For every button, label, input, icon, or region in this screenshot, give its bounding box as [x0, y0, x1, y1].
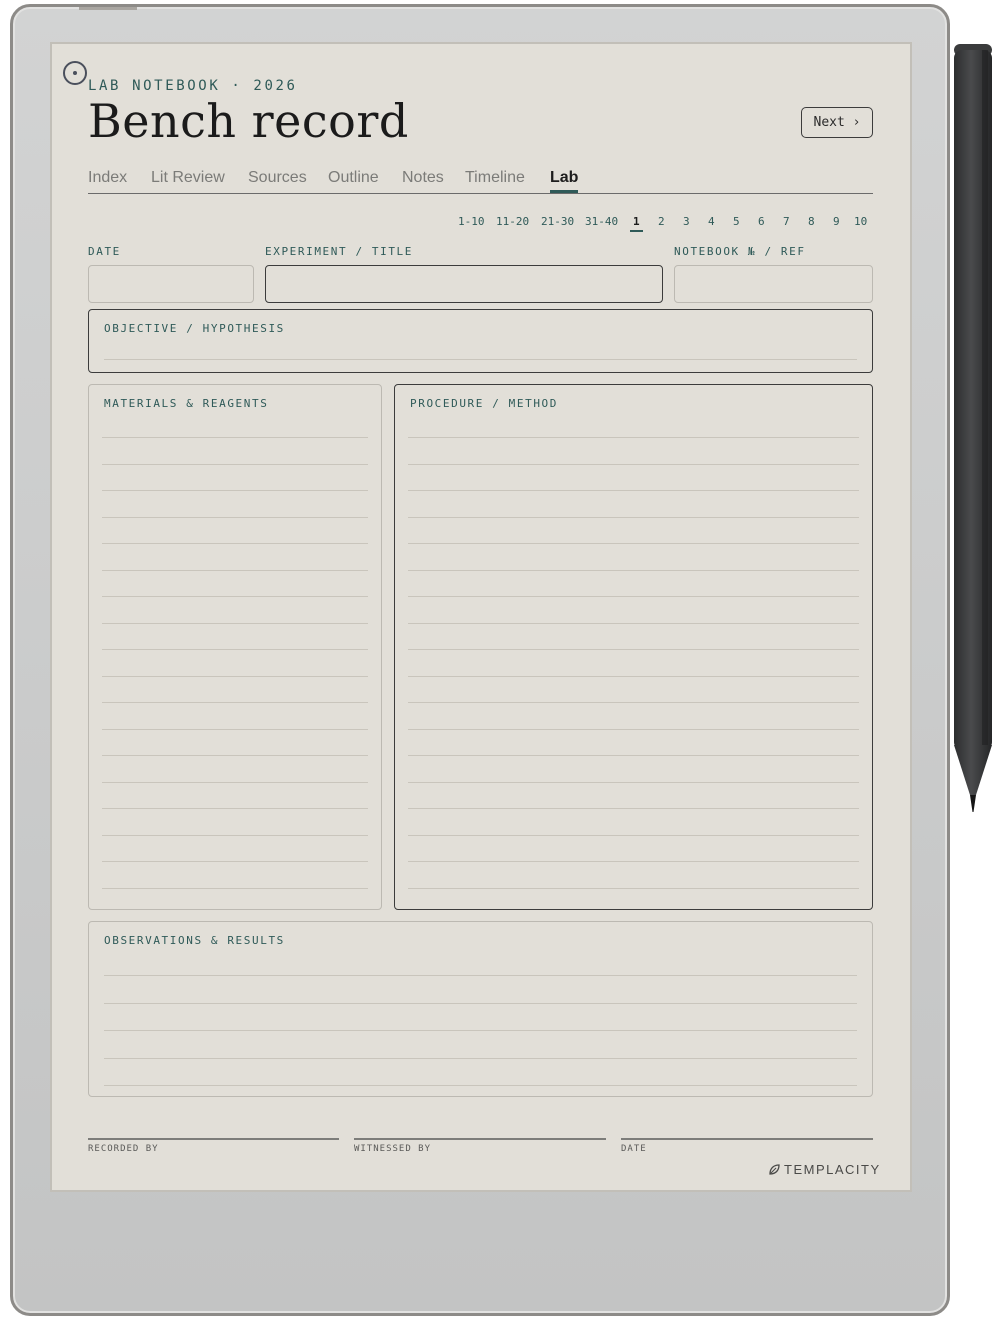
writing-line: [408, 437, 859, 438]
materials-box[interactable]: MATERIALS & REAGENTS: [88, 384, 382, 910]
procedure-box[interactable]: PROCEDURE / METHOD: [394, 384, 873, 910]
writing-line: [104, 1030, 857, 1031]
tab-timeline[interactable]: Timeline: [465, 169, 525, 187]
writing-line: [408, 755, 859, 756]
writing-line: [102, 675, 368, 677]
writing-line: [408, 649, 859, 650]
writing-line: [102, 596, 368, 597]
writing-line: [408, 728, 859, 730]
leaf-icon: [769, 1164, 780, 1175]
notebook-eyebrow: LAB NOTEBOOK · 2026: [88, 78, 298, 94]
writing-line: [102, 569, 368, 571]
pager-page[interactable]: 4: [708, 215, 715, 228]
brand-name: TEMPLACITY: [784, 1162, 881, 1177]
next-button[interactable]: Next ›: [801, 107, 873, 138]
writing-line: [408, 543, 859, 544]
tab-lab[interactable]: Lab: [550, 169, 579, 193]
target-icon: [63, 61, 87, 85]
pager-range-11-20[interactable]: 11-20: [496, 215, 529, 228]
writing-line: [102, 781, 368, 783]
stylus-icon: [954, 44, 992, 812]
writing-line: [408, 702, 859, 703]
recorded-by-line[interactable]: [88, 1138, 339, 1140]
writing-line: [102, 463, 368, 465]
writing-line: [102, 516, 368, 518]
pager-page-current[interactable]: 1: [630, 215, 643, 232]
pager-page[interactable]: 2: [658, 215, 665, 228]
writing-line: [408, 861, 859, 862]
observations-title: OBSERVATIONS & RESULTS: [104, 934, 285, 947]
writing-line: [408, 675, 859, 677]
pager-page[interactable]: 7: [783, 215, 790, 228]
experiment-title-label: EXPERIMENT / TITLE: [265, 245, 414, 258]
writing-line: [102, 702, 368, 703]
writing-line: [408, 596, 859, 597]
writing-line: [408, 463, 859, 465]
pager-page[interactable]: 3: [683, 215, 690, 228]
brand-logo: TEMPLACITY: [768, 1162, 881, 1177]
writing-line: [408, 834, 859, 836]
writing-line: [102, 755, 368, 756]
pager-page[interactable]: 6: [758, 215, 765, 228]
tab-lit-review[interactable]: Lit Review: [151, 169, 225, 187]
writing-line: [102, 887, 368, 889]
tab-sources[interactable]: Sources: [248, 169, 307, 187]
writing-line: [104, 975, 857, 976]
writing-line: [102, 649, 368, 650]
pager-range-31-40[interactable]: 31-40: [585, 215, 618, 228]
writing-line: [102, 861, 368, 862]
writing-line: [408, 569, 859, 571]
writing-line: [408, 490, 859, 491]
date-label: DATE: [88, 245, 121, 258]
writing-line: [102, 728, 368, 730]
writing-line: [408, 622, 859, 624]
signature-date-line[interactable]: [621, 1138, 873, 1140]
pager-range-1-10[interactable]: 1-10: [458, 215, 485, 228]
writing-line: [408, 808, 859, 809]
writing-line: [102, 808, 368, 809]
recorded-by-label: RECORDED BY: [88, 1144, 159, 1154]
writing-line: [408, 516, 859, 518]
writing-line: [104, 359, 857, 360]
objective-box[interactable]: OBJECTIVE / HYPOTHESIS: [88, 309, 873, 373]
pager-page[interactable]: 9: [833, 215, 840, 228]
pager-page[interactable]: 5: [733, 215, 740, 228]
writing-line: [104, 1002, 857, 1004]
signature-date-label: DATE: [621, 1144, 647, 1154]
objective-title: OBJECTIVE / HYPOTHESIS: [104, 322, 285, 335]
writing-line: [408, 781, 859, 783]
tab-notes[interactable]: Notes: [402, 169, 444, 187]
procedure-title: PROCEDURE / METHOD: [410, 397, 559, 410]
experiment-title-field[interactable]: [265, 265, 663, 303]
writing-line: [408, 887, 859, 889]
pager-range-21-30[interactable]: 21-30: [541, 215, 574, 228]
device-button: [79, 7, 137, 10]
writing-line: [102, 437, 368, 438]
witnessed-by-line[interactable]: [354, 1138, 606, 1140]
writing-line: [104, 1085, 857, 1086]
page-title: Bench record: [88, 94, 409, 148]
writing-line: [102, 490, 368, 491]
tab-bar: Index Lit Review Sources Outline Notes T…: [88, 167, 873, 194]
pager-page[interactable]: 8: [808, 215, 815, 228]
tab-outline[interactable]: Outline: [328, 169, 379, 187]
tab-index[interactable]: Index: [88, 169, 127, 187]
pager-page[interactable]: 10: [854, 215, 867, 228]
witnessed-by-label: WITNESSED BY: [354, 1144, 432, 1154]
notebook-ref-label: NOTEBOOK № / REF: [674, 245, 806, 258]
writing-line: [102, 543, 368, 544]
writing-line: [104, 1057, 857, 1059]
date-field[interactable]: [88, 265, 254, 303]
notebook-ref-field[interactable]: [674, 265, 873, 303]
materials-title: MATERIALS & REAGENTS: [104, 397, 269, 410]
writing-line: [102, 834, 368, 836]
observations-box[interactable]: OBSERVATIONS & RESULTS: [88, 921, 873, 1097]
writing-line: [102, 622, 368, 624]
